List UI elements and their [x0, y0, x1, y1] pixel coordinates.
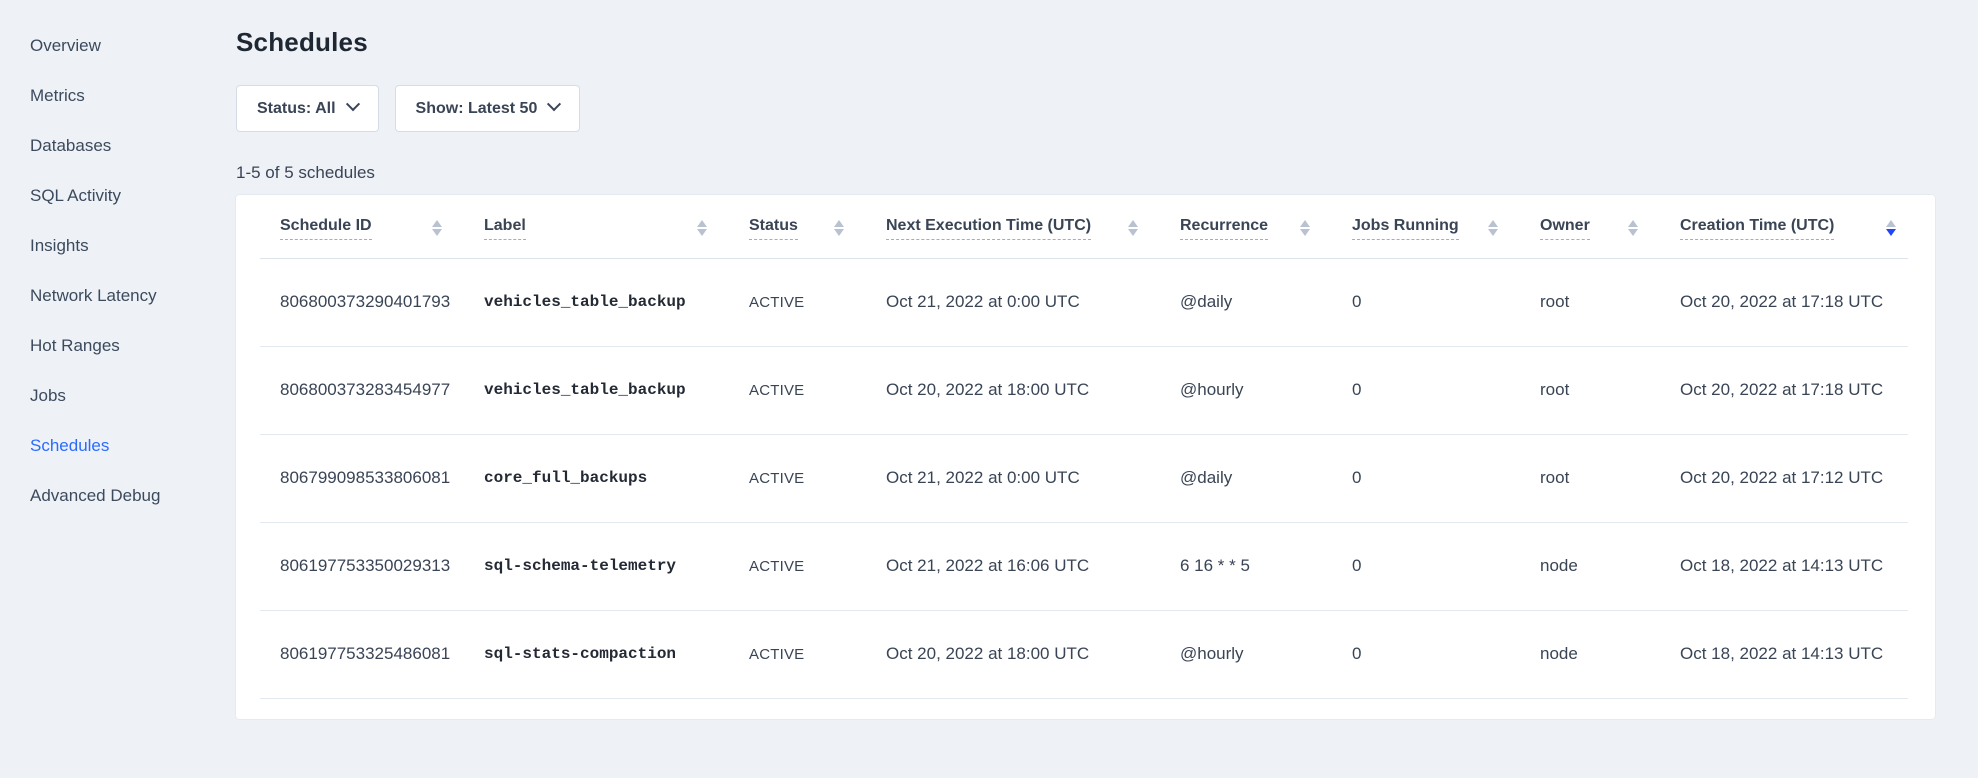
- sidebar-item-overview[interactable]: Overview: [30, 35, 236, 85]
- sidebar-item-metrics[interactable]: Metrics: [30, 85, 236, 135]
- column-header-jobs-running[interactable]: Jobs Running: [1352, 195, 1540, 258]
- column-header-next-execution-time[interactable]: Next Execution Time (UTC): [886, 195, 1180, 258]
- cell-next-execution: Oct 21, 2022 at 0:00 UTC: [886, 434, 1180, 522]
- cell-jobs-running: 0: [1352, 610, 1540, 698]
- cell-next-execution: Oct 21, 2022 at 16:06 UTC: [886, 522, 1180, 610]
- column-label: Schedule ID: [280, 217, 372, 240]
- column-header-status[interactable]: Status: [749, 195, 886, 258]
- cell-next-execution: Oct 20, 2022 at 18:00 UTC: [886, 610, 1180, 698]
- sort-icon: [1300, 220, 1310, 236]
- chevron-down-icon: [345, 97, 359, 111]
- column-label: Next Execution Time (UTC): [886, 217, 1091, 240]
- table-header-row: Schedule ID Label Stat: [260, 195, 1908, 258]
- cell-next-execution: Oct 20, 2022 at 18:00 UTC: [886, 346, 1180, 434]
- sidebar-nav: Overview Metrics Databases SQL Activity …: [0, 0, 236, 778]
- cell-status: ACTIVE: [749, 258, 886, 346]
- cell-recurrence: @daily: [1180, 258, 1352, 346]
- cell-schedule-id: 806197753325486081: [260, 610, 484, 698]
- cell-jobs-running: 0: [1352, 434, 1540, 522]
- schedules-table-card: Schedule ID Label Stat: [236, 195, 1935, 719]
- cell-owner: root: [1540, 434, 1680, 522]
- cell-creation-time: Oct 20, 2022 at 17:18 UTC: [1680, 346, 1908, 434]
- sidebar-item-sql-activity[interactable]: SQL Activity: [30, 185, 236, 235]
- cell-jobs-running: 0: [1352, 346, 1540, 434]
- sidebar-item-jobs[interactable]: Jobs: [30, 385, 236, 435]
- filter-bar: Status: All Show: Latest 50: [236, 85, 1935, 132]
- sort-icon: [1488, 220, 1498, 236]
- cell-label: core_full_backups: [484, 434, 749, 522]
- cell-recurrence: 6 16 * * 5: [1180, 522, 1352, 610]
- cell-status: ACTIVE: [749, 522, 886, 610]
- column-header-label[interactable]: Label: [484, 195, 749, 258]
- show-filter-dropdown[interactable]: Show: Latest 50: [395, 85, 581, 132]
- column-header-recurrence[interactable]: Recurrence: [1180, 195, 1352, 258]
- cell-label: vehicles_table_backup: [484, 346, 749, 434]
- cell-schedule-id: 806800373283454977: [260, 346, 484, 434]
- column-label: Recurrence: [1180, 217, 1268, 240]
- sort-icon: [432, 220, 442, 236]
- cell-status: ACTIVE: [749, 346, 886, 434]
- show-filter-label: Show: Latest 50: [416, 100, 538, 118]
- sort-icon: [834, 220, 844, 236]
- cell-recurrence: @hourly: [1180, 610, 1352, 698]
- column-label: Label: [484, 217, 526, 240]
- sort-icon: [1128, 220, 1138, 236]
- status-filter-label: Status: All: [257, 100, 336, 118]
- sidebar-item-schedules[interactable]: Schedules: [30, 435, 236, 485]
- cell-jobs-running: 0: [1352, 522, 1540, 610]
- sort-icon: [1628, 220, 1638, 236]
- table-row: 806800373283454977 vehicles_table_backup…: [260, 346, 1908, 434]
- cell-creation-time: Oct 18, 2022 at 14:13 UTC: [1680, 610, 1908, 698]
- chevron-down-icon: [547, 97, 561, 111]
- cell-creation-time: Oct 20, 2022 at 17:12 UTC: [1680, 434, 1908, 522]
- schedules-table: Schedule ID Label Stat: [260, 195, 1908, 699]
- cell-owner: root: [1540, 258, 1680, 346]
- sidebar-item-insights[interactable]: Insights: [30, 235, 236, 285]
- sidebar-item-advanced-debug[interactable]: Advanced Debug: [30, 485, 236, 535]
- cell-owner: node: [1540, 610, 1680, 698]
- cell-label: sql-stats-compaction: [484, 610, 749, 698]
- cell-status: ACTIVE: [749, 610, 886, 698]
- column-label: Creation Time (UTC): [1680, 217, 1834, 240]
- app-layout: Overview Metrics Databases SQL Activity …: [0, 0, 1978, 778]
- cell-status: ACTIVE: [749, 434, 886, 522]
- sort-icon: [697, 220, 707, 236]
- cell-schedule-id: 806197753350029313: [260, 522, 484, 610]
- cell-label: sql-schema-telemetry: [484, 522, 749, 610]
- cell-recurrence: @daily: [1180, 434, 1352, 522]
- cell-owner: node: [1540, 522, 1680, 610]
- column-label: Jobs Running: [1352, 217, 1459, 240]
- cell-creation-time: Oct 20, 2022 at 17:18 UTC: [1680, 258, 1908, 346]
- cell-schedule-id: 806799098533806081: [260, 434, 484, 522]
- cell-label: vehicles_table_backup: [484, 258, 749, 346]
- table-row: 806799098533806081 core_full_backups ACT…: [260, 434, 1908, 522]
- cell-jobs-running: 0: [1352, 258, 1540, 346]
- results-count: 1-5 of 5 schedules: [236, 163, 1935, 183]
- column-label: Status: [749, 217, 798, 240]
- column-label: Owner: [1540, 217, 1590, 240]
- sort-desc-icon: [1886, 220, 1896, 236]
- cell-owner: root: [1540, 346, 1680, 434]
- main-content: Schedules Status: All Show: Latest 50 1-…: [236, 0, 1935, 778]
- sidebar-item-databases[interactable]: Databases: [30, 135, 236, 185]
- column-header-creation-time[interactable]: Creation Time (UTC): [1680, 195, 1908, 258]
- cell-recurrence: @hourly: [1180, 346, 1352, 434]
- sidebar-item-network-latency[interactable]: Network Latency: [30, 285, 236, 335]
- cell-next-execution: Oct 21, 2022 at 0:00 UTC: [886, 258, 1180, 346]
- table-row: 806197753325486081 sql-stats-compaction …: [260, 610, 1908, 698]
- sidebar-list: Overview Metrics Databases SQL Activity …: [30, 35, 236, 535]
- column-header-owner[interactable]: Owner: [1540, 195, 1680, 258]
- table-row: 806800373290401793 vehicles_table_backup…: [260, 258, 1908, 346]
- sidebar-item-hot-ranges[interactable]: Hot Ranges: [30, 335, 236, 385]
- column-header-schedule-id[interactable]: Schedule ID: [260, 195, 484, 258]
- status-filter-dropdown[interactable]: Status: All: [236, 85, 379, 132]
- cell-schedule-id: 806800373290401793: [260, 258, 484, 346]
- table-row: 806197753350029313 sql-schema-telemetry …: [260, 522, 1908, 610]
- page-title: Schedules: [236, 27, 1935, 57]
- cell-creation-time: Oct 18, 2022 at 14:13 UTC: [1680, 522, 1908, 610]
